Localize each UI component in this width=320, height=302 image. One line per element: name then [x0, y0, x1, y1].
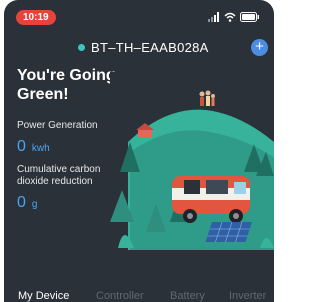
- device-tabs: My Device Controller Battery Inverter: [4, 290, 274, 302]
- status-icons: [208, 10, 260, 24]
- status-bar: 10:19: [4, 0, 274, 30]
- power-generation-unit: kwh: [31, 143, 50, 154]
- tab-inverter[interactable]: Inverter: [229, 290, 266, 302]
- connection-status-dot: [78, 44, 85, 51]
- signal-icon: [208, 12, 219, 22]
- status-time: 10:19: [16, 10, 56, 25]
- tab-my-device[interactable]: My Device: [18, 290, 69, 302]
- power-generation-label: Power Generation: [17, 120, 98, 131]
- carbon-reduction-value: 0g: [17, 194, 37, 212]
- tab-controller[interactable]: Controller: [96, 290, 144, 302]
- carbon-reduction-number: 0: [17, 194, 26, 211]
- green-energy-illustration: [110, 72, 274, 250]
- device-name[interactable]: BT–TH–EAAB028A: [91, 40, 209, 55]
- battery-icon: [240, 12, 259, 22]
- carbon-reduction-unit: g: [31, 199, 38, 210]
- add-device-button[interactable]: +: [251, 39, 268, 56]
- app-screen: 10:19 BT–TH–EAAB028A + You're Going Gree…: [4, 0, 274, 302]
- tab-battery[interactable]: Battery: [170, 290, 205, 302]
- wifi-icon: [224, 12, 236, 22]
- power-generation-number: 0: [17, 138, 26, 155]
- power-generation-value: 0 kwh: [17, 138, 50, 156]
- device-header: BT–TH–EAAB028A +: [4, 36, 274, 60]
